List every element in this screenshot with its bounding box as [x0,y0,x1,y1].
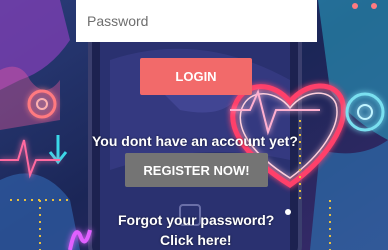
login-button[interactable]: LOGIN [140,58,252,95]
password-input[interactable] [76,0,317,42]
register-now-button[interactable]: REGISTER NOW! [125,153,268,187]
forgot-password-link[interactable]: Click here! [160,232,232,248]
no-account-text: You dont have an account yet? [92,133,298,149]
forgot-password-text: Forgot your password? [118,212,275,228]
